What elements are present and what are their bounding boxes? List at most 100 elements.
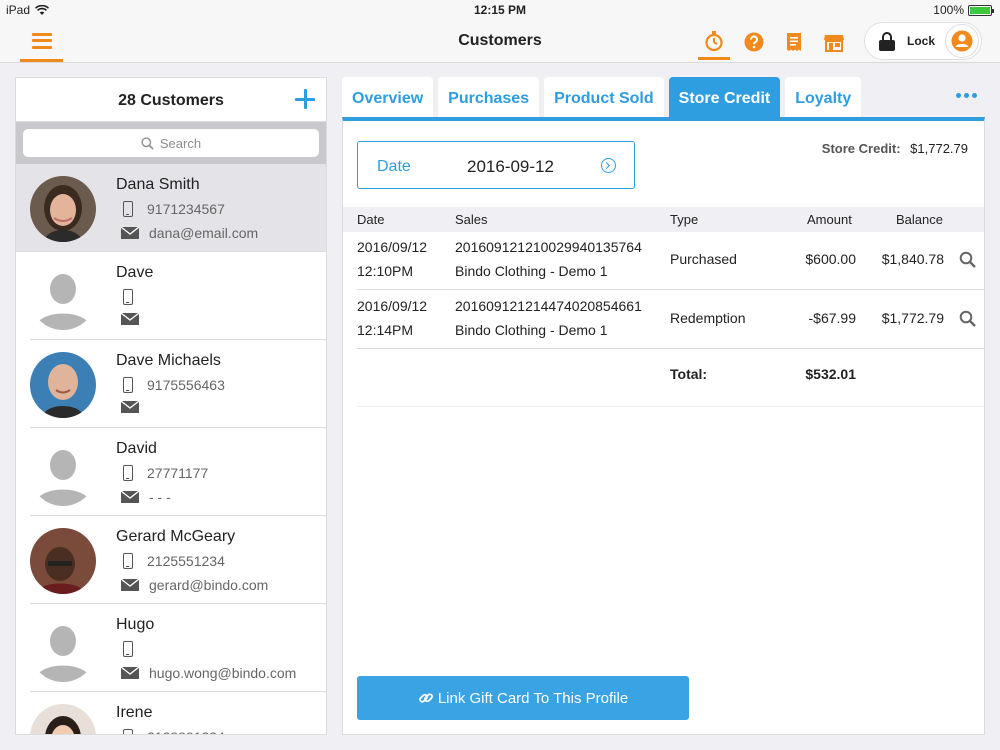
customer-email: gerard@bindo.com bbox=[149, 577, 269, 593]
store-credit-label: Store Credit: bbox=[821, 141, 901, 156]
mail-icon bbox=[121, 401, 139, 413]
customer-row[interactable]: Irene 2128881234 bbox=[30, 692, 326, 734]
row-date: 2016/09/12 bbox=[357, 298, 428, 314]
customer-phone-row: 2125551234 bbox=[123, 553, 225, 569]
tab-loyalty[interactable]: Loyalty bbox=[785, 77, 862, 117]
row-amount: $600.00 bbox=[805, 251, 856, 267]
store-icon bbox=[824, 35, 844, 52]
mail-icon bbox=[121, 313, 139, 325]
search-placeholder: Search bbox=[159, 135, 202, 151]
total-label: Total: bbox=[670, 366, 708, 382]
default-avatar-icon bbox=[30, 264, 96, 330]
date-picker[interactable]: Date 2016-09-12 bbox=[357, 141, 635, 189]
search-input[interactable]: Search bbox=[23, 129, 319, 157]
customer-list-panel: 28 Customers Search Dana Smith 917123456… bbox=[15, 77, 327, 735]
customer-phone-row bbox=[123, 641, 133, 657]
customer-row[interactable]: Gerard McGeary 2125551234 gerard@bindo.c… bbox=[30, 516, 326, 604]
table-row[interactable]: 2016/09/12 12:14PM 201609121214474020854… bbox=[357, 291, 984, 349]
default-avatar-icon bbox=[30, 616, 96, 682]
customer-name: Irene bbox=[116, 704, 153, 721]
phone-icon bbox=[123, 641, 133, 657]
customer-email-row: dana@email.com bbox=[121, 225, 258, 241]
mail-icon bbox=[121, 227, 139, 239]
stopwatch-icon bbox=[705, 30, 723, 51]
customer-phone-row: 9175556463 bbox=[123, 377, 225, 393]
customer-email-row: - - - bbox=[121, 489, 171, 505]
receipt-button[interactable] bbox=[778, 24, 810, 60]
mail-icon bbox=[121, 579, 139, 591]
customer-phone-row bbox=[123, 289, 133, 305]
status-right: 100% bbox=[933, 3, 994, 17]
search-bar: Search bbox=[16, 122, 326, 164]
phone-icon bbox=[123, 289, 133, 305]
store-credit-content: Date 2016-09-12 Store Credit: $1,772.79 … bbox=[342, 117, 985, 735]
store-credit-summary: Store Credit: $1,772.79 bbox=[822, 141, 968, 156]
link-gift-card-button[interactable]: Link Gift Card To This Profile bbox=[357, 676, 689, 720]
customer-name: Hugo bbox=[116, 616, 155, 633]
mail-icon bbox=[121, 491, 139, 503]
row-time: 12:10PM bbox=[357, 263, 414, 279]
customer-name: David bbox=[116, 440, 157, 457]
customer-email: dana@email.com bbox=[149, 225, 259, 241]
customer-row[interactable]: Dave Michaels 9175556463 bbox=[30, 340, 326, 428]
phone-icon bbox=[123, 553, 133, 569]
row-amount: -$67.99 bbox=[808, 310, 856, 326]
help-icon bbox=[744, 32, 764, 52]
search-icon bbox=[141, 136, 154, 150]
row-date: 2016/09/12 bbox=[357, 239, 428, 255]
link-icon bbox=[418, 693, 433, 703]
default-avatar-icon bbox=[30, 440, 96, 506]
battery-percent: 100% bbox=[933, 3, 964, 17]
table-row[interactable]: 2016/09/12 12:10PM 201609121210029940135… bbox=[357, 232, 984, 290]
battery-fill bbox=[970, 6, 990, 14]
customer-row[interactable]: Hugo hugo.wong@bindo.com bbox=[30, 604, 326, 692]
tab-store-credit[interactable]: Store Credit bbox=[668, 77, 781, 117]
lock-icon bbox=[879, 32, 895, 51]
customer-row[interactable]: Dave bbox=[30, 252, 326, 340]
customer-row[interactable]: David 27771177 - - - bbox=[30, 428, 326, 516]
total-row: Total: $532.01 bbox=[357, 349, 984, 407]
phone-icon bbox=[123, 201, 133, 217]
phone-icon bbox=[123, 729, 133, 734]
customer-photo bbox=[30, 352, 96, 418]
lock-label: Lock bbox=[907, 34, 936, 48]
link-gift-card-label: Link Gift Card To This Profile bbox=[437, 689, 629, 707]
search-icon[interactable] bbox=[959, 251, 976, 268]
tab-product-sold[interactable]: Product Sold bbox=[544, 77, 664, 117]
page-title: Customers bbox=[458, 32, 542, 49]
receipt-icon bbox=[787, 33, 801, 51]
total-value: $532.01 bbox=[805, 366, 856, 382]
customer-count-title: 28 Customers bbox=[118, 92, 224, 109]
mail-icon bbox=[121, 667, 139, 679]
search-icon[interactable] bbox=[959, 310, 976, 327]
more-options-icon[interactable] bbox=[956, 93, 977, 98]
add-customer-button[interactable] bbox=[292, 86, 318, 112]
status-bar: iPad 12:15 PM 100% bbox=[0, 0, 1000, 20]
customer-list-header: 28 Customers bbox=[16, 78, 326, 122]
date-label: Date bbox=[377, 158, 411, 175]
detail-tabs: Overview Purchases Product Sold Store Cr… bbox=[342, 77, 862, 117]
help-button[interactable] bbox=[738, 24, 770, 60]
customer-phone-row: 27771177 bbox=[123, 465, 208, 481]
customer-phone: 27771177 bbox=[147, 465, 209, 481]
row-time: 12:14PM bbox=[357, 322, 414, 338]
customer-email-row: gerard@bindo.com bbox=[121, 577, 268, 593]
col-type: Type bbox=[670, 212, 699, 227]
user-profile-button[interactable] bbox=[945, 24, 979, 58]
col-amount: Amount bbox=[807, 212, 852, 227]
table-header: Date Sales Type Amount Balance bbox=[343, 207, 984, 232]
status-time: 12:15 PM bbox=[473, 3, 527, 17]
row-type: Redemption bbox=[670, 310, 746, 326]
customer-photo bbox=[30, 528, 96, 594]
customer-row[interactable]: Dana Smith 9171234567 dana@email.com bbox=[16, 164, 326, 252]
customer-name: Dana Smith bbox=[116, 176, 200, 193]
phone-icon bbox=[123, 377, 133, 393]
row-sale-id: 201609121214474020854661 bbox=[455, 298, 642, 314]
stopwatch-button[interactable] bbox=[698, 24, 730, 60]
row-store: Bindo Clothing - Demo 1 bbox=[455, 263, 608, 279]
store-button[interactable] bbox=[818, 24, 850, 60]
customer-phone: 9175556463 bbox=[147, 377, 225, 393]
tab-purchases[interactable]: Purchases bbox=[438, 77, 540, 117]
lock-button[interactable]: Lock bbox=[864, 22, 982, 60]
tab-overview[interactable]: Overview bbox=[342, 77, 434, 117]
